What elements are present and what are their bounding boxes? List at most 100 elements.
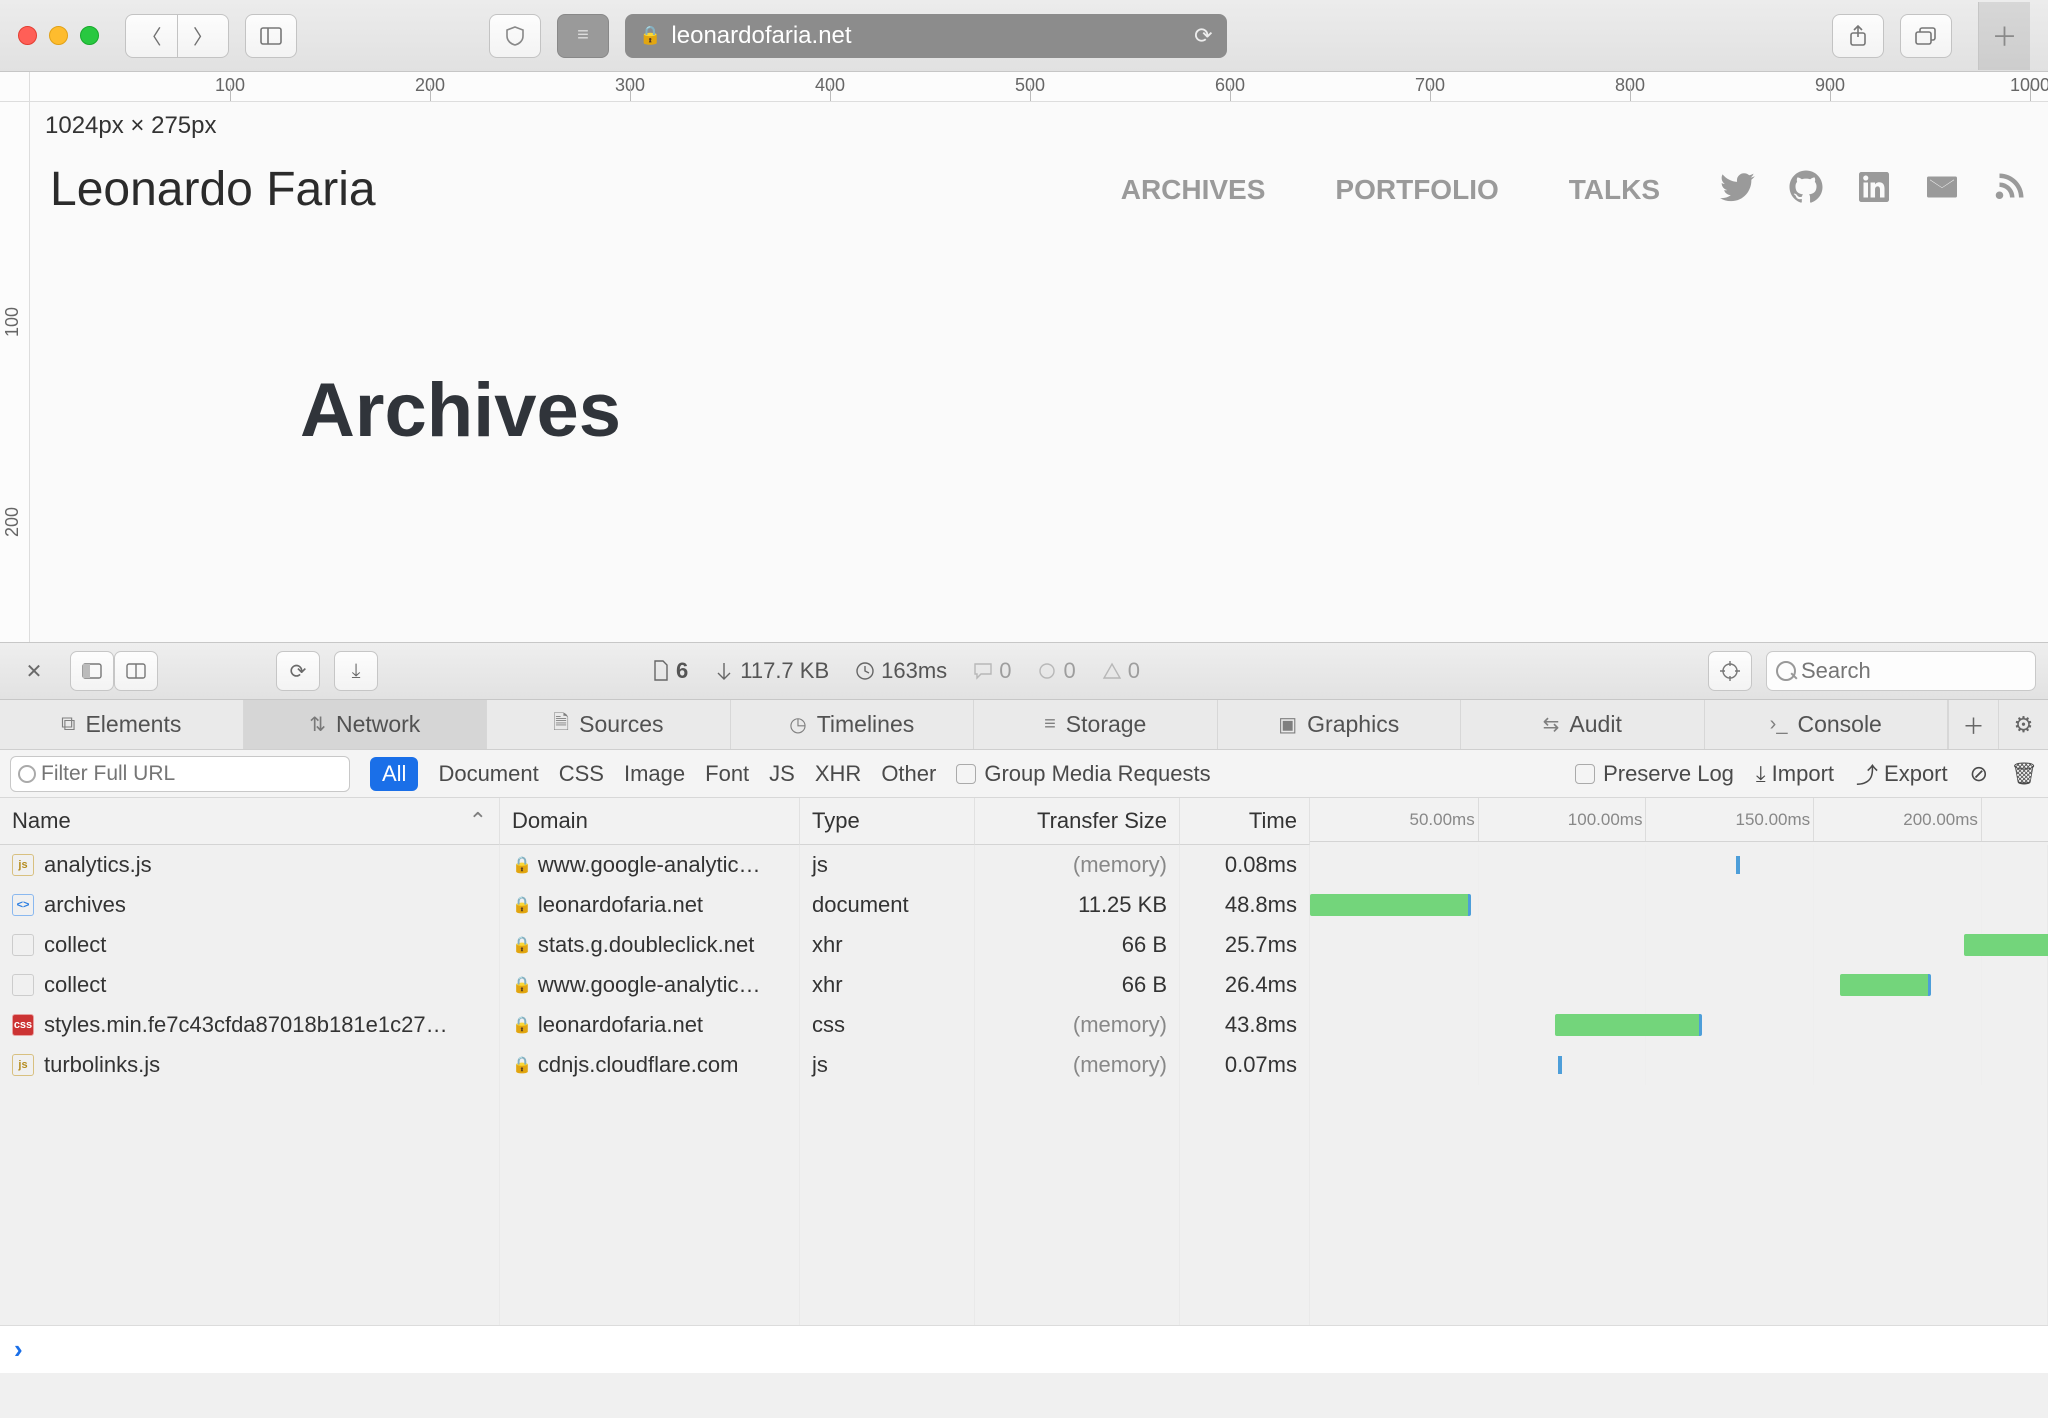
dock-right-button[interactable] <box>114 651 158 691</box>
minimize-window-icon[interactable] <box>49 26 68 45</box>
filter-font[interactable]: Font <box>705 761 749 787</box>
dock-left-button[interactable] <box>70 651 114 691</box>
address-bar[interactable]: 🔒 leonardofaria.net ⟳ <box>625 14 1227 58</box>
tabs-icon <box>1914 26 1938 46</box>
site-header: Leonardo Faria ARCHIVES PORTFOLIO TALKS <box>30 102 2048 217</box>
social-links <box>1720 169 2028 210</box>
share-icon <box>1848 25 1868 47</box>
tab-elements[interactable]: ⧉Elements <box>0 700 244 749</box>
total-size: 117.7 KB <box>740 658 829 684</box>
filter-js[interactable]: JS <box>769 761 795 787</box>
tabs-button[interactable] <box>1900 14 1952 58</box>
linkedin-icon[interactable] <box>1856 169 1892 210</box>
col-time[interactable]: Time <box>1180 798 1310 845</box>
new-tab-button[interactable]: ＋ <box>1978 2 2030 70</box>
network-table: Name Domain Type Transfer Size Time 50.0… <box>0 798 2048 845</box>
devtools-search[interactable] <box>1766 651 2036 691</box>
table-row[interactable]: jsturbolinks.js🔒cdnjs.cloudflare.comjs(m… <box>0 1045 2048 1085</box>
main-nav: ARCHIVES PORTFOLIO TALKS <box>1121 174 1660 206</box>
tab-network[interactable]: ⇅Network <box>244 700 488 749</box>
forward-button[interactable]: 〉 <box>177 14 229 58</box>
page-heading: Archives <box>300 367 2048 454</box>
vertical-ruler: 100200 <box>0 102 30 642</box>
devtools-summary-bar: ✕ ⟳ ⤓ 6 117.7 KB 163ms 0 0 0 <box>0 642 2048 700</box>
chat-icon <box>973 662 993 680</box>
preserve-log-checkbox[interactable]: Preserve Log <box>1575 761 1734 787</box>
back-button[interactable]: 〈 <box>125 14 177 58</box>
filter-image[interactable]: Image <box>624 761 685 787</box>
table-row[interactable]: <>archives🔒leonardofaria.netdocument11.2… <box>0 885 2048 925</box>
add-tab-button[interactable]: ＋ <box>1948 700 1998 749</box>
shield-icon <box>504 25 526 47</box>
table-row[interactable]: styles.min.fe7c43cfda87018b181e1c27…🔒leo… <box>0 1005 2048 1045</box>
reload-icon[interactable]: ⟳ <box>1194 23 1212 49</box>
network-summary: 6 117.7 KB 163ms 0 0 0 <box>652 658 1140 684</box>
col-name[interactable]: Name <box>0 798 500 845</box>
lock-icon: 🔒 <box>639 25 661 46</box>
filter-other[interactable]: Other <box>881 761 936 787</box>
mail-icon[interactable] <box>1924 169 1960 210</box>
download-button[interactable]: ⤓ <box>334 651 378 691</box>
nav-archives[interactable]: ARCHIVES <box>1121 174 1266 206</box>
filter-xhr[interactable]: XHR <box>815 761 861 787</box>
col-domain[interactable]: Domain <box>500 798 800 845</box>
table-row[interactable]: jsanalytics.js🔒www.google-analytic…js(me… <box>0 845 2048 885</box>
warning-icon <box>1102 662 1122 680</box>
table-row[interactable]: collect🔒stats.g.doubleclick.netxhr66 B25… <box>0 925 2048 965</box>
total-time: 163ms <box>881 658 947 684</box>
privacy-report-button[interactable] <box>489 14 541 58</box>
devtools-settings-button[interactable]: ⚙ <box>1998 700 2048 749</box>
reload-button[interactable]: ⟳ <box>276 651 320 691</box>
site-title[interactable]: Leonardo Faria <box>50 162 376 217</box>
zoom-window-icon[interactable] <box>80 26 99 45</box>
share-button[interactable] <box>1832 14 1884 58</box>
tab-timelines[interactable]: ◷Timelines <box>731 700 975 749</box>
viewport-dimensions: 1024px × 275px <box>45 112 216 140</box>
clear-button[interactable]: 🗑 <box>2010 761 2038 787</box>
filter-url-input[interactable] <box>10 756 350 792</box>
clock-icon <box>855 661 875 681</box>
import-button[interactable]: ⤓ Import <box>1756 761 1834 787</box>
document-icon <box>652 660 670 682</box>
horizontal-ruler: 1002003004005006007008009001000 <box>30 72 2048 102</box>
github-icon[interactable] <box>1788 169 1824 210</box>
tab-sources[interactable]: 🗎Sources <box>487 700 731 749</box>
tab-console[interactable]: ›_Console <box>1705 700 1949 749</box>
network-filter-bar: All Document CSS Image Font JS XHR Other… <box>0 750 2048 798</box>
filter-css[interactable]: CSS <box>559 761 604 787</box>
col-size[interactable]: Transfer Size <box>975 798 1180 845</box>
browser-toolbar: 〈 〉 ≡ 🔒 leonardofaria.net ⟳ ＋ <box>0 0 2048 72</box>
devtools-search-input[interactable] <box>1766 651 2036 691</box>
twitter-icon[interactable] <box>1720 169 1756 210</box>
sidebar-icon <box>260 27 282 45</box>
nav-talks[interactable]: TALKS <box>1569 174 1660 206</box>
no-filter-icon[interactable]: ⊘ <box>1970 761 1988 787</box>
network-table-body: jsanalytics.js🔒www.google-analytic…js(me… <box>0 845 2048 1325</box>
crosshair-icon <box>1719 660 1741 682</box>
table-row[interactable]: collect🔒www.google-analytic…xhr66 B26.4m… <box>0 965 2048 1005</box>
tab-storage[interactable]: ≡Storage <box>974 700 1218 749</box>
tab-graphics[interactable]: ▣Graphics <box>1218 700 1462 749</box>
close-window-icon[interactable] <box>18 26 37 45</box>
console-prompt[interactable]: › <box>0 1325 2048 1373</box>
doc-count: 6 <box>676 658 688 684</box>
rss-icon[interactable] <box>1992 169 2028 210</box>
sidebar-toggle-button[interactable] <box>245 14 297 58</box>
export-button[interactable]: ⤴ Export <box>1856 758 1948 790</box>
target-button[interactable] <box>1708 651 1752 691</box>
ruler-corner <box>0 72 30 102</box>
waterfall-header: 50.00ms100.00ms150.00ms200.00ms <box>1310 798 2048 842</box>
filter-document[interactable]: Document <box>438 761 538 787</box>
filter-all[interactable]: All <box>370 757 418 791</box>
group-media-checkbox[interactable]: Group Media Requests <box>956 761 1210 787</box>
url-host: leonardofaria.net <box>671 22 851 50</box>
close-devtools-button[interactable]: ✕ <box>12 651 56 691</box>
window-traffic-lights <box>18 26 99 45</box>
page-viewport: 1024px × 275px Leonardo Faria ARCHIVES P… <box>30 102 2048 642</box>
devtools-tabs: ⧉Elements ⇅Network 🗎Sources ◷Timelines ≡… <box>0 700 2048 750</box>
col-type[interactable]: Type <box>800 798 975 845</box>
tab-audit[interactable]: ⇆Audit <box>1461 700 1705 749</box>
nav-portfolio[interactable]: PORTFOLIO <box>1335 174 1498 206</box>
info-icon <box>1037 662 1057 680</box>
reader-button[interactable]: ≡ <box>557 14 609 58</box>
